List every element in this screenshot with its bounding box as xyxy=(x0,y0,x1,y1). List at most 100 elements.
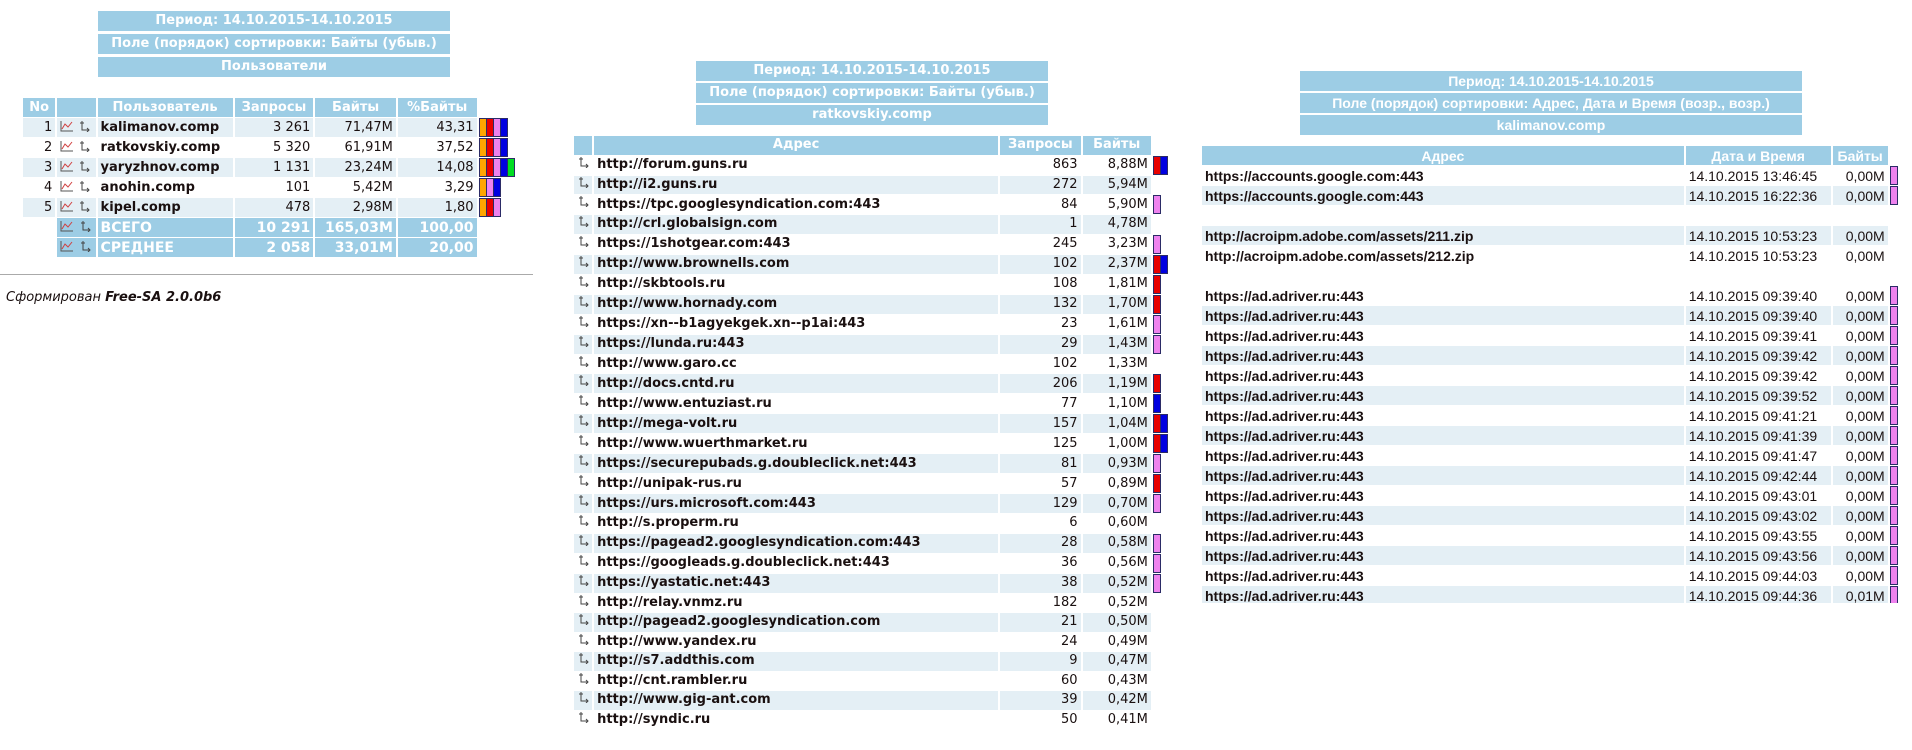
col-address[interactable]: Адрес xyxy=(594,136,999,155)
site-url[interactable]: http://www.gig-ant.com xyxy=(594,691,999,710)
site-url[interactable]: http://mega-volt.ru xyxy=(594,414,999,433)
detail-icon[interactable] xyxy=(577,315,591,333)
detail-icon[interactable] xyxy=(577,514,591,532)
site-url[interactable]: http://www.hornady.com xyxy=(594,294,999,314)
requests: 28 xyxy=(1000,533,1081,553)
site-url[interactable]: http://unipak-rus.ru xyxy=(594,474,998,493)
col-icon[interactable] xyxy=(574,136,593,155)
site-url[interactable]: https://tpc.googlesyndication.com:443 xyxy=(594,195,998,214)
site-url[interactable]: https://yastatic.net:443 xyxy=(594,573,999,593)
request-url[interactable]: https://ad.adriver.ru:443 xyxy=(1202,486,1684,505)
site-url[interactable]: https://googleads.g.doubleclick.net:443 xyxy=(594,554,998,573)
request-url[interactable]: https://ad.adriver.ru:443 xyxy=(1202,286,1684,305)
request-url[interactable]: https://ad.adriver.ru:443 xyxy=(1202,566,1684,585)
site-url[interactable]: http://crl.globalsign.com xyxy=(594,215,999,234)
site-url[interactable]: http://s7.addthis.com xyxy=(594,652,999,671)
site-url[interactable]: http://pagead2.googlesyndication.com xyxy=(594,613,999,632)
request-url[interactable]: https://ad.adriver.ru:443 xyxy=(1202,346,1684,365)
site-url[interactable]: http://cnt.rambler.ru xyxy=(594,672,998,691)
request-url[interactable]: http://acroipm.adobe.com/assets/211.zip xyxy=(1202,226,1684,245)
bytes: 1,33M xyxy=(1107,355,1148,371)
detail-icon[interactable] xyxy=(577,474,591,492)
request-url[interactable]: https://accounts.google.com:443 xyxy=(1202,166,1684,185)
detail-icon[interactable] xyxy=(577,275,591,293)
bar-chart xyxy=(1152,474,1175,493)
bar-red xyxy=(1152,474,1161,493)
site-url[interactable]: https://1shotgear.com:443 xyxy=(594,235,998,254)
requests: 50 xyxy=(1060,711,1078,727)
table-row: http://acroipm.adobe.com/assets/212.zip 1… xyxy=(1202,246,1904,265)
requests: 9 xyxy=(1000,652,1081,671)
detail-icon[interactable] xyxy=(577,434,591,452)
detail-icon[interactable] xyxy=(577,176,591,194)
site-url[interactable]: http://relay.vnmz.ru xyxy=(594,594,998,613)
row-actions xyxy=(574,711,592,730)
detail-icon[interactable] xyxy=(577,355,591,373)
site-url[interactable]: http://www.wuerthmarket.ru xyxy=(594,434,998,453)
detail-icon[interactable] xyxy=(577,414,591,432)
request-url[interactable]: https://ad.adriver.ru:443 xyxy=(1202,426,1684,445)
detail-icon[interactable] xyxy=(577,335,591,353)
request-url[interactable]: https://ad.adriver.ru:443 xyxy=(1202,326,1684,345)
site-url[interactable]: http://i2.guns.ru xyxy=(594,175,999,194)
detail-icon[interactable] xyxy=(577,255,591,273)
detail-icon[interactable] xyxy=(577,613,591,631)
bar-violet xyxy=(1152,334,1161,354)
detail-icon[interactable] xyxy=(577,494,591,512)
site-url[interactable]: https://lunda.ru:443 xyxy=(594,334,999,354)
request-url[interactable]: https://ad.adriver.ru:443 xyxy=(1202,446,1684,465)
bar-chart xyxy=(1153,514,1175,533)
detail-icon[interactable] xyxy=(577,454,591,472)
request-url[interactable]: https://ad.adriver.ru:443 xyxy=(1202,366,1684,385)
request-url[interactable]: https://ad.adriver.ru:443 xyxy=(1202,386,1684,405)
detail-icon[interactable] xyxy=(577,574,591,592)
detail-icon[interactable] xyxy=(577,554,591,572)
col-datetime[interactable]: Дата и Время xyxy=(1685,146,1831,165)
detail-icon[interactable] xyxy=(577,594,591,612)
col-address[interactable]: Адрес xyxy=(1202,146,1684,165)
request-url[interactable]: https://ad.adriver.ru:443 xyxy=(1202,526,1684,545)
site-url[interactable]: http://www.garo.cc xyxy=(594,355,998,374)
bar-red xyxy=(1152,294,1161,314)
request-url[interactable]: https://ad.adriver.ru:443 xyxy=(1202,546,1684,565)
request-url[interactable]: https://ad.adriver.ru:443 xyxy=(1202,586,1684,603)
detail-icon[interactable] xyxy=(577,235,591,253)
detail-icon[interactable] xyxy=(577,633,591,651)
request-url[interactable]: https://ad.adriver.ru:443 xyxy=(1202,506,1684,525)
detail-icon[interactable] xyxy=(577,652,591,670)
table-row: http://relay.vnmz.ru 182 0,52M xyxy=(574,594,1175,613)
site-url[interactable]: http://docs.cntd.ru xyxy=(594,374,999,393)
detail-icon[interactable] xyxy=(577,672,591,690)
detail-icon[interactable] xyxy=(577,711,591,729)
request-url[interactable]: https://ad.adriver.ru:443 xyxy=(1202,466,1684,485)
request-url[interactable]: http://acroipm.adobe.com/assets/212.zip xyxy=(1202,246,1684,265)
request-url[interactable]: https://ad.adriver.ru:443 xyxy=(1202,306,1684,325)
detail-icon[interactable] xyxy=(577,534,591,552)
request-url[interactable]: https://ad.adriver.ru:443 xyxy=(1202,406,1684,425)
col-requests[interactable]: Запросы xyxy=(1000,136,1081,155)
site-url[interactable]: https://securepubads.g.doubleclick.net:4… xyxy=(594,454,999,473)
detail-icon[interactable] xyxy=(577,691,591,709)
site-url[interactable]: http://s.properm.ru xyxy=(594,514,998,533)
site-url[interactable]: http://skbtools.ru xyxy=(594,275,998,294)
site-url[interactable]: http://www.brownells.com xyxy=(594,254,999,274)
site-url[interactable]: http://www.yandex.ru xyxy=(594,633,998,652)
request-url[interactable]: https://accounts.google.com:443 xyxy=(1202,186,1684,205)
detail-icon[interactable] xyxy=(577,374,591,392)
detail-icon[interactable] xyxy=(577,156,591,174)
site-url[interactable]: http://syndic.ru xyxy=(594,711,998,730)
site-url[interactable]: https://pagead2.googlesyndication.com:44… xyxy=(594,533,999,553)
col-bytes[interactable]: Байты xyxy=(1832,146,1888,165)
site-url[interactable]: http://forum.guns.ru xyxy=(594,156,998,175)
site-url[interactable]: https://urs.microsoft.com:443 xyxy=(594,494,999,513)
site-url[interactable]: https://xn--b1agyekgek.xn--p1ai:443 xyxy=(594,315,998,334)
detail-icon[interactable] xyxy=(577,295,591,313)
bar-chart xyxy=(1153,594,1175,613)
site-url[interactable]: http://www.entuziast.ru xyxy=(594,394,998,413)
detail-icon[interactable] xyxy=(577,215,591,233)
bar-chart xyxy=(1152,374,1175,393)
detail-icon[interactable] xyxy=(577,195,591,213)
detail-icon[interactable] xyxy=(577,394,591,412)
col-bytes[interactable]: Байты xyxy=(1082,136,1151,155)
table-row: https://ad.adriver.ru:443 14.10.2015 09:4… xyxy=(1202,526,1904,545)
